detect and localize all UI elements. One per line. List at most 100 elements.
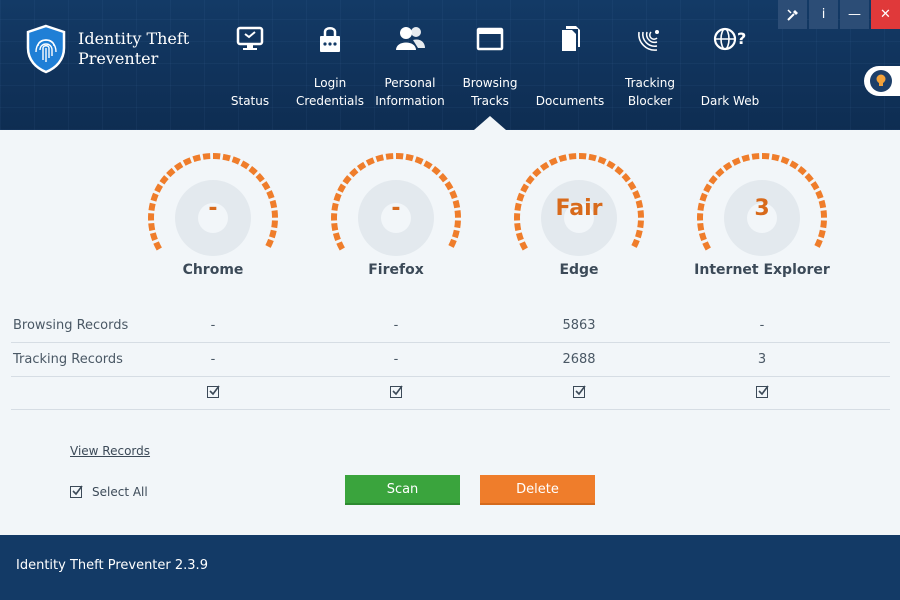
gauge-label: Firefox (368, 262, 424, 278)
select-all-label: Select All (92, 485, 148, 499)
tools-icon (786, 8, 798, 21)
gauge-segment (548, 157, 558, 166)
gauge-segment (797, 166, 807, 176)
gauge-segment (751, 153, 760, 160)
view-records-link[interactable]: View Records (70, 444, 150, 458)
gauge-segment (173, 161, 184, 171)
gauge-segment (240, 160, 250, 170)
users-icon (396, 27, 425, 50)
gauge-segment (627, 181, 637, 191)
gauge-segment (814, 238, 823, 248)
app-title-line2: Preventer (78, 49, 159, 68)
gauge-segment (166, 167, 176, 178)
info-button[interactable]: i (809, 0, 838, 29)
nav-login-credentials[interactable]: Login Credentials (290, 0, 370, 130)
nav-browsing-tracks[interactable]: Browsing Tracks (450, 0, 530, 130)
app-title: Identity Theft Preventer (78, 29, 190, 68)
gauge-label: Chrome (182, 262, 244, 278)
globe-question-icon: ? (713, 27, 746, 51)
gauge-value: - (208, 196, 218, 221)
gauge-segment (269, 229, 277, 239)
tips-button[interactable] (864, 66, 900, 96)
nav-personal-information[interactable]: Personal Information (370, 0, 450, 130)
gauge-segment (331, 222, 339, 232)
lightbulb-icon (876, 74, 886, 86)
cell-edge: 2688 (562, 352, 596, 367)
gauge-segment (153, 241, 162, 251)
gauge-segment (431, 166, 441, 176)
gauge-segment (515, 232, 524, 242)
gauge-segment (568, 153, 577, 160)
nav-label: Status (230, 94, 270, 108)
shield-fingerprint-icon (26, 24, 66, 74)
gauge-segment (558, 154, 567, 163)
nav-status[interactable]: Status (210, 0, 290, 130)
gauge-edge: Fair Edge (504, 148, 654, 288)
lock-password-icon (320, 27, 340, 52)
nav-documents[interactable]: Documents (530, 0, 610, 130)
scan-button[interactable]: Scan (345, 475, 460, 505)
gauge-segment (722, 161, 733, 171)
gauge-segment (621, 172, 631, 183)
nav-label: Documents (535, 94, 605, 108)
firefox-checkbox[interactable] (366, 385, 426, 402)
gauge-segment (148, 222, 156, 232)
gauge-chrome: - Chrome (138, 148, 288, 288)
radar-icon (638, 30, 659, 51)
monitor-icon (236, 26, 264, 50)
gauge-segment (804, 172, 814, 183)
gauge-segment (332, 232, 341, 242)
gauge-segment (271, 220, 278, 229)
gauge-segment (438, 172, 448, 183)
gauge-segment (452, 229, 460, 239)
gauge-segment (182, 157, 192, 166)
gauge-segment (702, 241, 711, 251)
gauge-segment (248, 166, 258, 176)
gauge-segment (255, 172, 265, 183)
gauge-segment (349, 167, 359, 178)
gauge-segment (375, 154, 384, 163)
header: Identity Theft Preventer Status Login Cre… (0, 0, 900, 130)
edge-checkbox[interactable] (549, 385, 609, 402)
gauge-segment (597, 156, 607, 165)
gauge-segment (519, 241, 528, 251)
gauge-value: - (391, 196, 401, 221)
gauge-internet-explorer: 3 Internet Explorer (687, 148, 837, 288)
gauge-segment (154, 183, 164, 193)
gauge-segment (454, 220, 461, 229)
version-text: Identity Theft Preventer 2.3.9 (16, 558, 208, 573)
nav-label: Personal Information (375, 76, 445, 108)
row-label: Browsing Records (13, 318, 129, 333)
nav-label: Browsing Tracks (462, 76, 518, 108)
minimize-button[interactable]: — (840, 0, 869, 29)
gauge-segment (192, 154, 201, 163)
cell-firefox: - (393, 352, 399, 367)
gauge-segment (810, 181, 820, 191)
close-button[interactable]: ✕ (871, 0, 900, 29)
chrome-checkbox[interactable] (183, 385, 243, 402)
cell-ie: - (759, 318, 765, 333)
gauge-segment (588, 153, 597, 162)
svg-text:?: ? (737, 29, 746, 48)
nav-tracking-blocker[interactable]: Tracking Blocker (610, 0, 690, 130)
gauge-segment (202, 153, 211, 160)
gauge-segment (532, 167, 542, 178)
gauge-segment (365, 157, 375, 166)
gauge-segment (780, 156, 790, 165)
gauge-label: Edge (559, 262, 599, 278)
gauge-segment (635, 229, 643, 239)
footer: Identity Theft Preventer 2.3.9 (0, 535, 900, 600)
select-all-checkbox[interactable]: Select All (70, 485, 148, 499)
checkbox-row (11, 377, 890, 410)
gauge-segment (405, 153, 414, 162)
cell-edge: 5863 (562, 318, 596, 333)
gauge-segment (703, 183, 713, 193)
nav-dark-web[interactable]: ? Dark Web (690, 0, 770, 130)
tools-button[interactable] (778, 0, 807, 29)
delete-button[interactable]: Delete (480, 475, 595, 505)
gauge-segment (789, 160, 799, 170)
gauge-segment (697, 222, 705, 232)
gauge-segment (149, 232, 158, 242)
browser-window-icon (476, 27, 504, 51)
ie-checkbox[interactable] (732, 385, 792, 402)
